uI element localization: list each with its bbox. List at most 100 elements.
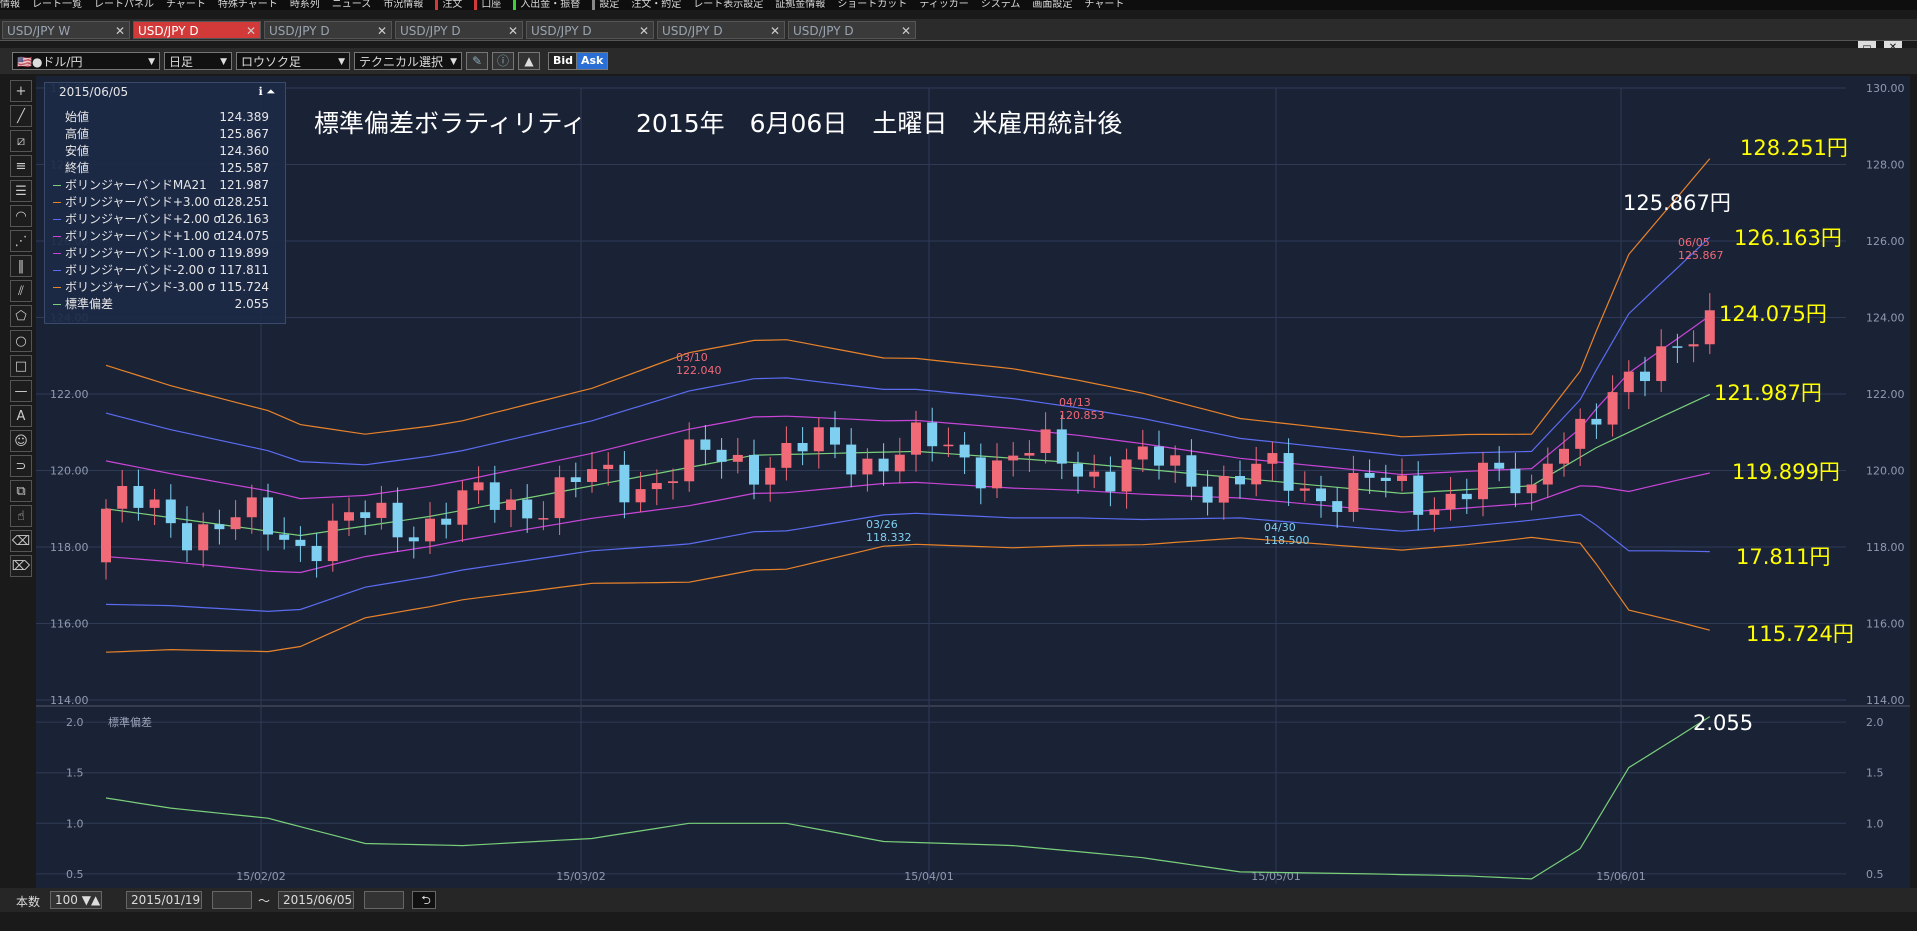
price-tick-label-left: 116.00 <box>50 618 89 631</box>
menu-item[interactable]: ショートカット <box>837 0 907 10</box>
horizontal-line-icon[interactable]: — <box>10 380 32 402</box>
chart-tab[interactable]: USD/JPY D ✕ <box>395 21 523 39</box>
candle-body <box>619 464 630 503</box>
eraser-icon[interactable]: ⌫ <box>10 530 32 552</box>
candle-body <box>149 499 160 508</box>
drawing-tool-bar: + ╱ ⧄ ≡ ☰ ◠ ⋰ ‖ ⫽ ⬠ ○ □ — A ☺ ⊃ ⧉ ☝ ⌫ ⌦ <box>10 80 36 580</box>
rectangle-icon[interactable]: □ <box>10 355 32 377</box>
menu-item[interactable]: 特殊チャート <box>218 0 278 10</box>
channel-icon[interactable]: ⫽ <box>10 280 32 302</box>
to-date-field[interactable]: 2015/06/05 <box>278 891 354 909</box>
menu-item[interactable]: ティッカー <box>919 0 968 10</box>
menu-item[interactable]: 注文 <box>442 0 462 10</box>
close-tab-icon[interactable]: ✕ <box>508 22 518 40</box>
technical-select[interactable]: テクニカル選択 ▼ <box>354 52 462 70</box>
to-time-field[interactable] <box>364 891 404 909</box>
from-time-field[interactable] <box>212 891 252 909</box>
tab-label: USD/JPY D <box>400 24 461 38</box>
candle-body <box>473 482 484 491</box>
refresh-icon[interactable]: ⮌ <box>412 891 436 909</box>
annotation-sd: 2.055 <box>1693 711 1754 735</box>
menu-item[interactable]: 情報 <box>0 0 20 10</box>
eraser-all-icon[interactable]: ⌦ <box>10 555 32 577</box>
info-icon[interactable]: ⓘ <box>492 52 514 70</box>
candle-body <box>830 427 840 445</box>
close-tab-icon[interactable]: ✕ <box>901 22 911 40</box>
candle-body <box>182 523 192 551</box>
candle-body <box>198 524 209 551</box>
candle-body <box>1510 468 1521 494</box>
info-value: 124.075 <box>219 229 269 243</box>
menu-item[interactable]: レート一覧 <box>32 0 82 10</box>
fibonacci-icon[interactable]: ☰ <box>10 180 32 202</box>
candle-body <box>1316 488 1326 502</box>
count-field[interactable]: 100 ▼▲ <box>50 891 102 909</box>
chart-tab[interactable]: USD/JPY D ✕ <box>788 21 916 39</box>
area-chart-icon[interactable]: ▲ <box>518 52 540 70</box>
menu-item[interactable]: 証拠金情報 <box>775 0 825 10</box>
candle-body <box>1364 473 1375 478</box>
ruler-icon[interactable]: ⧄ <box>10 130 32 152</box>
circle-icon[interactable]: ○ <box>10 330 32 352</box>
trend-line-icon[interactable]: ╱ <box>10 105 32 127</box>
candle-body <box>344 512 354 521</box>
pencil-icon[interactable]: ✎ <box>466 52 488 70</box>
period-select[interactable]: 日足 ▼ <box>164 52 232 70</box>
candle-body <box>522 499 533 519</box>
candle-body <box>101 508 111 563</box>
close-tab-icon[interactable]: ✕ <box>770 22 780 40</box>
candle-body <box>1283 453 1294 491</box>
close-tab-icon[interactable]: ✕ <box>377 22 387 40</box>
emoji-icon[interactable]: ☺ <box>10 430 32 452</box>
menu-item[interactable]: ニュース <box>332 0 372 10</box>
candle-body <box>975 457 986 489</box>
info-value: 124.389 <box>219 110 269 124</box>
close-tab-icon[interactable]: ✕ <box>639 22 649 40</box>
menu-item[interactable]: チャート <box>1084 0 1124 10</box>
menu-item[interactable]: レート表示設定 <box>693 0 763 10</box>
ask-button[interactable]: Ask <box>576 52 609 70</box>
price-marker-date: 04/13 <box>1059 396 1091 409</box>
close-tab-icon[interactable]: ✕ <box>115 22 125 40</box>
range-bar: 本数 100 ▼▲ 2015/01/19 ～ 2015/06/05 ⮌ <box>0 888 1917 912</box>
menu-item[interactable]: 画面設定 <box>1032 0 1072 10</box>
menu-item[interactable]: レートパネル <box>94 0 154 10</box>
tab-label: USD/JPY D <box>793 24 854 38</box>
menu-item[interactable]: 注文・約定 <box>631 0 681 10</box>
menu-item[interactable]: 設定 <box>599 0 619 10</box>
menu-item[interactable]: チャート <box>166 0 206 10</box>
arc-icon[interactable]: ◠ <box>10 205 32 227</box>
info-toggle-icon[interactable]: ℹ ⏶ <box>259 85 275 99</box>
chart-tab[interactable]: USD/JPY W ✕ <box>2 21 130 39</box>
from-date-field[interactable]: 2015/01/19 <box>126 891 202 909</box>
info-row: ボリンジャーバンドMA21 121.987 <box>53 177 277 193</box>
menu-item[interactable]: 入出金・振替 <box>520 0 580 10</box>
chart-tab[interactable]: USD/JPY D ✕ <box>133 21 261 39</box>
vertical-lines-icon[interactable]: ‖ <box>10 255 32 277</box>
chart-tab[interactable]: USD/JPY D ✕ <box>264 21 392 39</box>
menu-item[interactable]: システム <box>981 0 1021 10</box>
menu-item[interactable]: 時系列 <box>290 0 320 10</box>
text-icon[interactable]: A <box>10 405 32 427</box>
hand-icon[interactable]: ☝ <box>10 505 32 527</box>
candle-body <box>668 481 678 484</box>
candle-body <box>1056 429 1067 464</box>
bid-button[interactable]: Bid <box>548 52 579 70</box>
fan-icon[interactable]: ⋰ <box>10 230 32 252</box>
chevron-down-icon: ▼ <box>148 57 155 67</box>
horizontal-lines-icon[interactable]: ≡ <box>10 155 32 177</box>
candle-body <box>716 449 727 462</box>
magnet-icon[interactable]: ⊃ <box>10 455 32 477</box>
crosshair-icon[interactable]: + <box>10 80 32 102</box>
tab-label: USD/JPY D <box>531 24 592 38</box>
chart-type-select[interactable]: ロウソク足 ▼ <box>236 52 350 70</box>
copy-icon[interactable]: ⧉ <box>10 480 32 502</box>
chart-tab[interactable]: USD/JPY D ✕ <box>657 21 785 39</box>
close-tab-icon[interactable]: ✕ <box>246 22 256 40</box>
chart-tab[interactable]: USD/JPY D ✕ <box>526 21 654 39</box>
currency-pair-select[interactable]: 🇺🇸●ドル/円 ▼ <box>12 52 160 70</box>
candle-body <box>506 499 516 510</box>
menu-item[interactable]: 市況情報 <box>383 0 423 10</box>
pentagon-icon[interactable]: ⬠ <box>10 305 32 327</box>
menu-item[interactable]: 口座 <box>481 0 501 10</box>
